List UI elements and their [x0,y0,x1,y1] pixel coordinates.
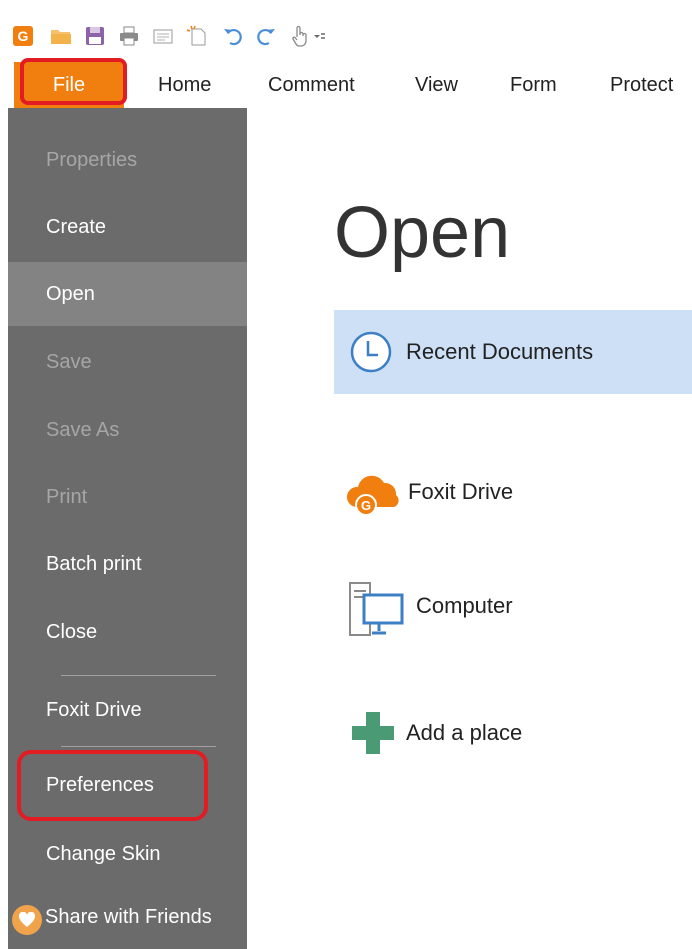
heart-icon [12,905,42,935]
tab-comment[interactable]: Comment [268,74,355,97]
place-foxit-drive[interactable]: G Foxit Drive [334,462,692,522]
undo-icon[interactable] [222,25,244,47]
place-label: Computer [416,593,513,618]
place-label: Recent Documents [406,339,594,364]
cloud-icon: G [346,475,399,516]
place-computer[interactable]: Computer [334,578,692,644]
email-icon[interactable] [152,25,174,47]
sidebar-item-batch-print[interactable]: Batch print [8,532,247,596]
backstage-sidebar: Properties Create Open Save Save As Prin… [8,108,247,949]
sidebar-item-close[interactable]: Close [8,600,247,664]
sidebar-divider [61,746,216,747]
save-icon[interactable] [84,25,106,47]
sidebar-divider [61,675,216,676]
computer-icon [349,582,404,636]
place-label: Foxit Drive [408,479,514,504]
sidebar-item-preferences[interactable]: Preferences [8,753,247,817]
sidebar-item-foxit-drive[interactable]: Foxit Drive [8,678,247,742]
tab-file-label: File [52,73,86,96]
plus-icon [352,712,394,754]
place-recent-documents[interactable]: Recent Documents [334,310,692,394]
tab-form[interactable]: Form [510,74,557,97]
tab-home[interactable]: Home [158,74,211,97]
quick-access-toolbar: G [0,0,692,62]
tab-protect[interactable]: Protect [610,74,673,97]
sidebar-item-open[interactable]: Open [8,262,247,326]
sidebar-item-properties[interactable]: Properties [8,128,247,192]
sidebar-item-share-with-friends[interactable]: Share with Friends [8,885,247,949]
redo-icon[interactable] [255,25,277,47]
new-document-icon[interactable] [186,25,208,47]
open-folder-icon[interactable] [50,25,72,47]
sidebar-item-change-skin[interactable]: Change Skin [8,822,247,886]
hand-tool-icon[interactable] [290,25,312,47]
clock-icon [350,331,392,373]
ribbon-tab-bar: File Home Comment View Form Protect [0,62,692,108]
page-title: Open [334,193,511,273]
sidebar-item-print[interactable]: Print [8,465,247,529]
svg-text:G: G [361,498,371,513]
print-icon[interactable] [118,25,140,47]
place-label: Add a place [406,720,523,745]
sidebar-item-save[interactable]: Save [8,330,247,394]
place-add-a-place[interactable]: Add a place [334,700,692,766]
svg-text:G: G [18,28,29,44]
tab-view[interactable]: View [415,74,458,97]
foxit-logo-icon[interactable]: G [12,25,34,47]
tab-file[interactable]: File [14,62,124,108]
sidebar-item-save-as[interactable]: Save As [8,398,247,462]
customize-toolbar-icon[interactable] [312,25,326,47]
sidebar-item-create[interactable]: Create [8,195,247,259]
